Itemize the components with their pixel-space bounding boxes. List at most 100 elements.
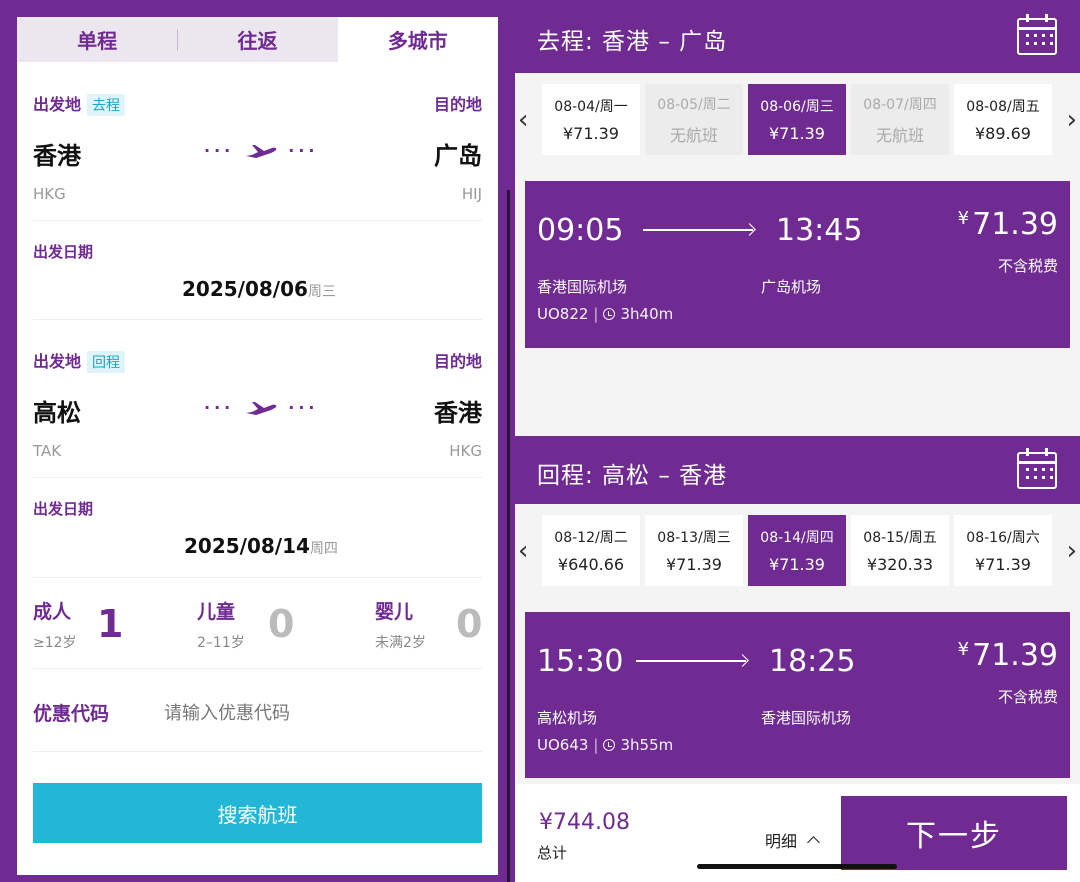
promo-code-input[interactable]	[164, 700, 464, 726]
calendar-icon[interactable]	[1017, 448, 1057, 489]
date-option[interactable]: 08-05/周二 无航班	[645, 84, 743, 155]
calendar-ring	[1026, 448, 1029, 456]
next-step-button[interactable]: 下一步	[841, 796, 1067, 870]
leg1-origin-city[interactable]: 香港	[33, 136, 81, 171]
date-option-price: ¥71.39	[666, 555, 722, 574]
date-option-date: 08-12/周二	[554, 530, 628, 546]
chevron-right-icon[interactable]: ›	[1067, 536, 1077, 566]
flight-price: ¥71.39	[958, 638, 1058, 673]
date-option-date: 08-08/周五	[966, 99, 1040, 115]
info-separator: |	[593, 305, 599, 323]
child-count[interactable]: 0	[268, 602, 294, 646]
dest-label: 目的地	[433, 352, 482, 371]
date-option-price: ¥89.69	[975, 124, 1031, 143]
leg2-dest-city[interactable]: 香港	[434, 393, 482, 428]
return-flight-card[interactable]: 15:30 18:25 ¥71.39 不含税费 高松机场 香港国际机场 UO64…	[525, 612, 1070, 778]
calendar-dot	[1050, 34, 1053, 37]
departure-airport: 香港国际机场	[537, 278, 628, 296]
date-option[interactable]: 08-15/周五 ¥320.33	[851, 515, 949, 586]
arrival-time: 18:25	[769, 644, 856, 679]
price-detail-toggle[interactable]: 明细	[765, 828, 820, 852]
date-option[interactable]: 08-12/周二 ¥640.66	[542, 515, 640, 586]
leg1-dest-city[interactable]: 广岛	[434, 136, 482, 171]
flight-price: ¥71.39	[958, 207, 1058, 242]
calendar-dot	[1050, 42, 1053, 45]
outbound-title: 去程: 香港 – 广岛	[537, 29, 728, 55]
calendar-dot	[1042, 34, 1045, 37]
calendar-dot	[1042, 42, 1045, 45]
outbound-flight-card[interactable]: 09:05 13:45 ¥71.39 不含税费 香港国际机场 广岛机场 UO82…	[525, 181, 1070, 348]
dots: ···	[288, 398, 319, 417]
chevron-left-icon[interactable]: ‹	[518, 536, 528, 566]
date-option-price: 无航班	[669, 125, 718, 145]
tab-round-trip[interactable]: 往返	[177, 17, 337, 62]
plane-icon	[246, 401, 277, 415]
scrollbar[interactable]	[507, 190, 510, 882]
calendar-bar	[1019, 27, 1055, 30]
calendar-dot	[1042, 476, 1045, 479]
flight-number: UO822	[537, 305, 589, 323]
chevron-left-icon[interactable]: ‹	[518, 105, 528, 135]
adult-count[interactable]: 1	[97, 602, 123, 646]
adult-age: ≥12岁	[33, 635, 77, 651]
tab-multi-city[interactable]: 多城市	[337, 17, 498, 62]
calendar-icon[interactable]	[1017, 14, 1057, 55]
tab-one-way[interactable]: 单程	[17, 17, 177, 62]
return-header: 回程: 高松 – 香港	[515, 436, 1080, 509]
date-option-price: ¥71.39	[769, 555, 825, 574]
calendar-dot	[1026, 476, 1029, 479]
leg2-date-label: 出发日期	[33, 500, 94, 518]
departure-airport: 高松机场	[537, 709, 598, 727]
trip-type-tabs: 单程 往返 多城市	[17, 17, 498, 62]
flight-arrow	[636, 660, 746, 662]
arrival-time: 13:45	[776, 213, 863, 248]
outbound-badge: 去程	[87, 94, 126, 116]
date-option[interactable]: 08-06/周三 ¥71.39	[748, 84, 846, 155]
dots: ···	[204, 141, 235, 160]
divider	[33, 477, 482, 478]
calendar-ring	[1045, 448, 1048, 456]
calendar-ring	[1045, 14, 1048, 22]
return-title: 回程: 高松 – 香港	[537, 463, 728, 489]
leg1-origin-label-row: 出发地 去程	[33, 91, 126, 116]
date-option-date: 08-05/周二	[657, 96, 731, 113]
date-option[interactable]: 08-14/周四 ¥71.39	[748, 515, 846, 586]
home-indicator	[697, 864, 897, 869]
leg1-date-field[interactable]: 2025/08/06周三	[182, 277, 336, 301]
date-option-price: ¥640.66	[557, 555, 625, 574]
tax-note: 不含税费	[997, 688, 1058, 706]
leg2-origin-label-row: 出发地 回程	[33, 348, 126, 373]
date-option[interactable]: 08-07/周四 无航班	[851, 84, 949, 155]
infant-count[interactable]: 0	[456, 602, 482, 646]
leg2-weekday: 周四	[309, 541, 338, 557]
leg2-date-field[interactable]: 2025/08/14周四	[184, 534, 338, 558]
chevron-right-icon[interactable]: ›	[1067, 105, 1077, 135]
infant-age: 未满2岁	[375, 635, 426, 651]
divider	[33, 577, 482, 578]
date-option-date: 08-06/周三	[760, 99, 834, 115]
promo-label: 优惠代码	[33, 703, 110, 725]
leg2-origin-city[interactable]: 高松	[33, 393, 81, 428]
total-label: 总计	[537, 844, 568, 862]
date-option-price: ¥320.33	[866, 555, 934, 574]
calendar-bar	[1019, 461, 1055, 464]
calendar-dot	[1026, 34, 1029, 37]
flight-duration: 3h55m	[620, 736, 674, 754]
tab-divider	[177, 29, 178, 51]
date-option[interactable]: 08-16/周六 ¥71.39	[954, 515, 1052, 586]
leg1-route-indicator: ··· ···	[204, 141, 318, 160]
date-option[interactable]: 08-04/周一 ¥71.39	[542, 84, 640, 155]
dots: ···	[288, 141, 319, 160]
divider	[33, 751, 482, 752]
date-option[interactable]: 08-13/周三 ¥71.39	[645, 515, 743, 586]
date-option-price: ¥71.39	[975, 555, 1031, 574]
leg1-dest-code: HIJ	[461, 185, 482, 203]
date-option-date: 08-15/周五	[863, 530, 937, 546]
leg1-weekday: 周三	[307, 284, 336, 300]
calendar-dot	[1034, 34, 1037, 37]
dest-label: 目的地	[433, 95, 482, 114]
chevron-up-icon	[807, 836, 820, 849]
search-flights-button[interactable]: 搜索航班	[33, 783, 482, 843]
calendar-ring	[1026, 14, 1029, 22]
date-option[interactable]: 08-08/周五 ¥89.69	[954, 84, 1052, 155]
